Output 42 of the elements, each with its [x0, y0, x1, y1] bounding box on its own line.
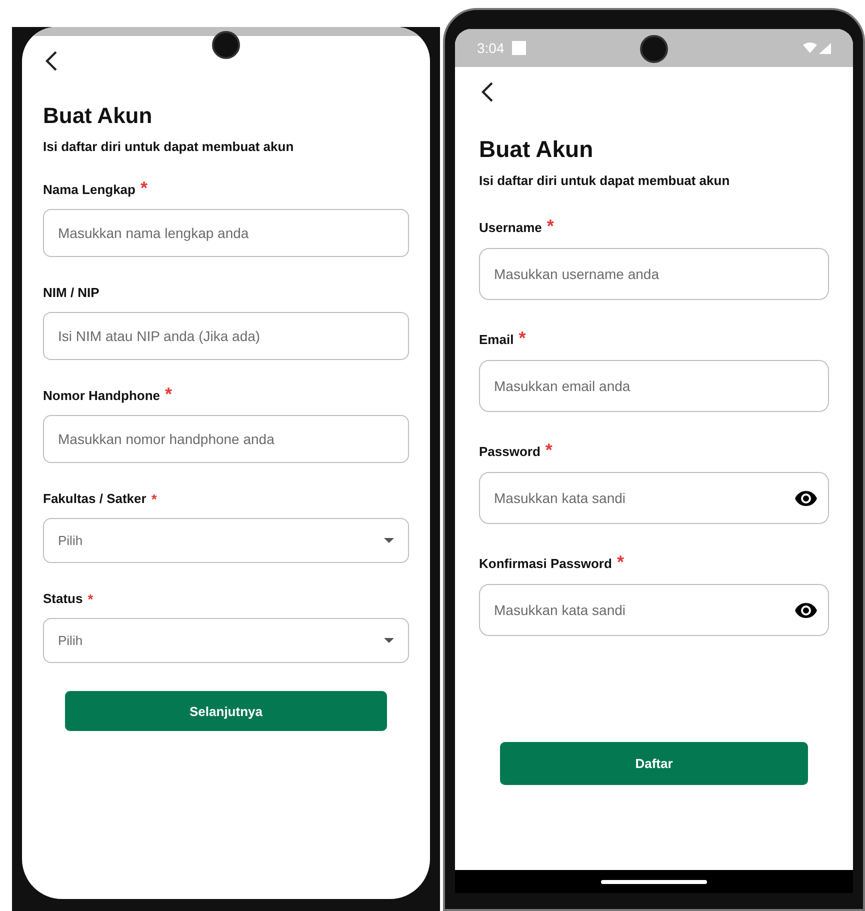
required-mark: *: [151, 490, 157, 509]
eye-icon[interactable]: [795, 602, 817, 618]
status-time: 3:04: [477, 40, 504, 56]
required-mark: *: [165, 386, 172, 402]
dropdown-field[interactable]: Pilih: [43, 618, 409, 663]
signal-icon: [803, 42, 831, 54]
field-label: Email: [479, 331, 514, 349]
page-title: Buat Akun: [43, 103, 154, 129]
field-label: Fakultas / Satker: [43, 490, 146, 508]
back-icon[interactable]: [480, 81, 494, 103]
page-subtitle: Isi daftar diri untuk dapat membuat akun: [479, 173, 731, 188]
submit-button[interactable]: Daftar: [500, 742, 808, 785]
field-label: NIM / NIP: [43, 284, 100, 302]
submit-button[interactable]: Selanjutnya: [65, 691, 387, 731]
input-field[interactable]: Isi NIM atau NIP anda (Jika ada): [43, 312, 409, 360]
field-label: Password: [479, 443, 540, 461]
required-mark: *: [545, 442, 552, 458]
notification-icon: [512, 41, 526, 55]
required-mark: *: [140, 180, 148, 196]
page-title: Buat Akun: [479, 136, 594, 163]
input-field[interactable]: Masukkan nomor handphone anda: [43, 415, 409, 463]
back-icon[interactable]: [44, 50, 58, 72]
home-indicator[interactable]: [601, 880, 707, 884]
field-label: Username: [479, 219, 542, 237]
caret-icon: [384, 538, 394, 543]
input-field[interactable]: Masukkan username anda: [479, 248, 829, 300]
input-field[interactable]: Masukkan email anda: [479, 360, 829, 412]
field-label: Status: [43, 590, 83, 608]
page-subtitle: Isi daftar diri untuk dapat membuat akun: [43, 139, 295, 154]
eye-icon[interactable]: [795, 490, 817, 506]
caret-icon: [384, 638, 394, 643]
input-field[interactable]: Masukkan nama lengkap anda: [43, 209, 409, 257]
required-mark: *: [546, 218, 554, 234]
field-label: Konfirmasi Password: [479, 555, 612, 573]
required-mark: *: [616, 554, 624, 570]
required-mark: *: [88, 590, 94, 609]
password-field[interactable]: Masukkan kata sandi: [479, 472, 829, 524]
required-mark: *: [518, 330, 526, 346]
field-label: Nama Lengkap: [43, 181, 136, 199]
password-field[interactable]: Masukkan kata sandi: [479, 584, 829, 636]
field-label: Nomor Handphone: [43, 387, 160, 405]
dropdown-field[interactable]: Pilih: [43, 518, 409, 563]
